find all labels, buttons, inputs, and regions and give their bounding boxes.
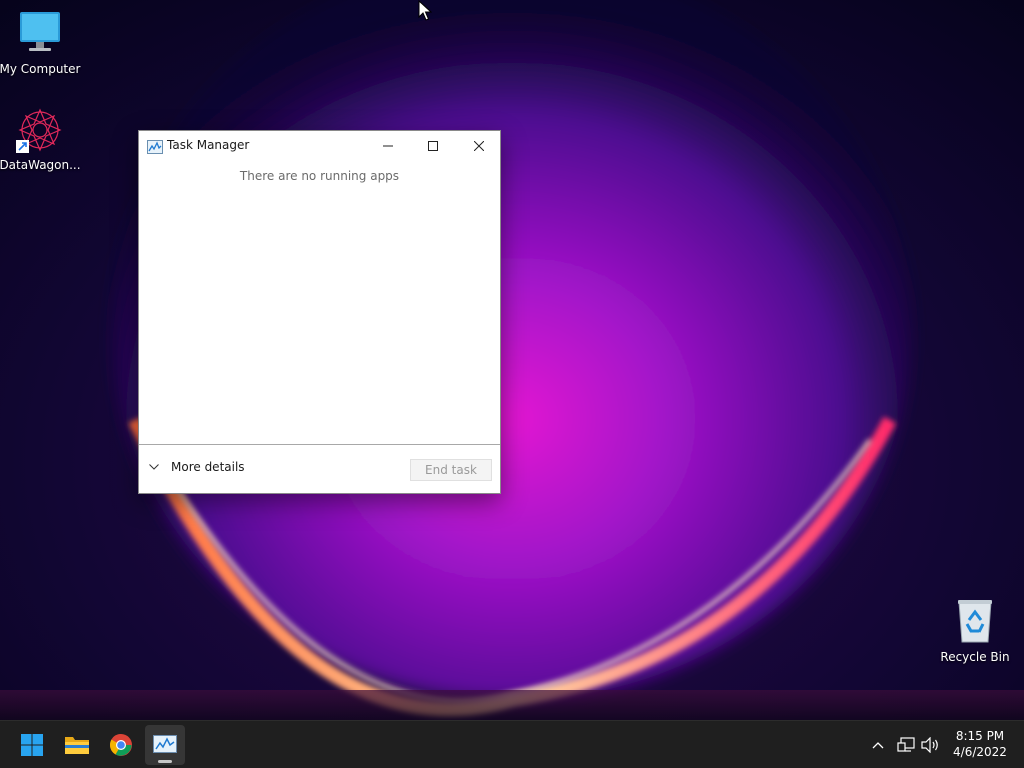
mouse-cursor-icon [418, 0, 432, 21]
clock-time: 8:15 PM [955, 729, 1005, 743]
volume-icon [921, 737, 938, 753]
folder-icon [65, 737, 89, 754]
chevron-up-icon [872, 742, 884, 749]
recycle-bin-icon [951, 598, 999, 646]
chevron-down-icon [149, 464, 159, 470]
chrome-icon [110, 734, 132, 756]
clock-date: 4/6/2022 [953, 745, 1007, 759]
system-clock[interactable]: 8:15 PM 4/6/2022 [944, 728, 1016, 760]
desktop-icon-label: My Computer [0, 62, 81, 76]
minimize-icon [383, 145, 393, 147]
minimize-button[interactable] [365, 131, 411, 161]
title-bar[interactable]: Task Manager [139, 131, 500, 161]
close-button[interactable] [456, 131, 502, 161]
network-icon [897, 737, 915, 752]
windows-logo-icon [21, 734, 43, 756]
maximize-icon [428, 141, 438, 151]
task-manager-taskbar-button[interactable] [145, 725, 185, 765]
network-button[interactable] [896, 735, 916, 755]
taskbar: 8:15 PM 4/6/2022 [0, 720, 1024, 768]
desktop-icon-my-computer[interactable]: My Computer [0, 10, 80, 76]
chrome-button[interactable] [101, 725, 141, 765]
desktop-icon-label: DataWagon... [0, 158, 81, 172]
volume-button[interactable] [920, 735, 940, 755]
task-manager-icon [153, 735, 177, 753]
datawagon-shortcut-icon [16, 106, 64, 154]
task-manager-window: Task Manager There are no running apps M… [138, 130, 501, 494]
empty-state-message: There are no running apps [239, 169, 400, 183]
close-icon [474, 141, 484, 151]
start-button[interactable] [12, 725, 52, 765]
active-indicator [158, 760, 172, 763]
show-hidden-icons-button[interactable] [868, 735, 888, 755]
more-details-button[interactable]: More details [149, 460, 245, 474]
monitor-icon [16, 10, 64, 58]
window-title: Task Manager [167, 138, 250, 152]
end-task-button[interactable]: End task [410, 459, 492, 481]
desktop-icon-datawagon[interactable]: DataWagon... [0, 106, 81, 172]
more-details-label: More details [171, 460, 245, 474]
task-manager-icon [147, 139, 163, 158]
file-explorer-button[interactable] [57, 725, 97, 765]
maximize-button[interactable] [410, 131, 456, 161]
window-footer: More details End task [139, 444, 500, 493]
desktop-icon-label: Recycle Bin [940, 650, 1010, 664]
desktop-icon-recycle-bin[interactable]: Recycle Bin [935, 598, 1015, 664]
desktop: My Computer DataWagon... Recycle Bin Tas… [0, 0, 1024, 768]
